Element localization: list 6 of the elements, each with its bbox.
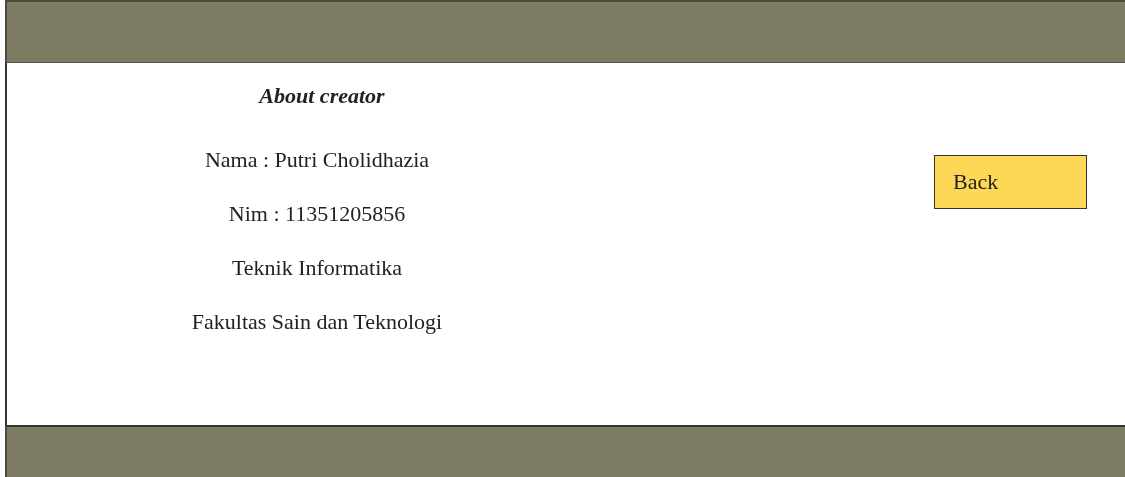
info-text: Fakultas Sain dan Teknologi <box>191 309 443 336</box>
info-text: Nim : 11351205856 <box>228 201 406 228</box>
info-text: Nama : Putri Cholidhazia <box>204 147 430 174</box>
page-title: About creator <box>259 83 385 109</box>
info-text: Teknik Informatika <box>231 255 403 282</box>
back-button[interactable]: Back <box>934 155 1087 209</box>
